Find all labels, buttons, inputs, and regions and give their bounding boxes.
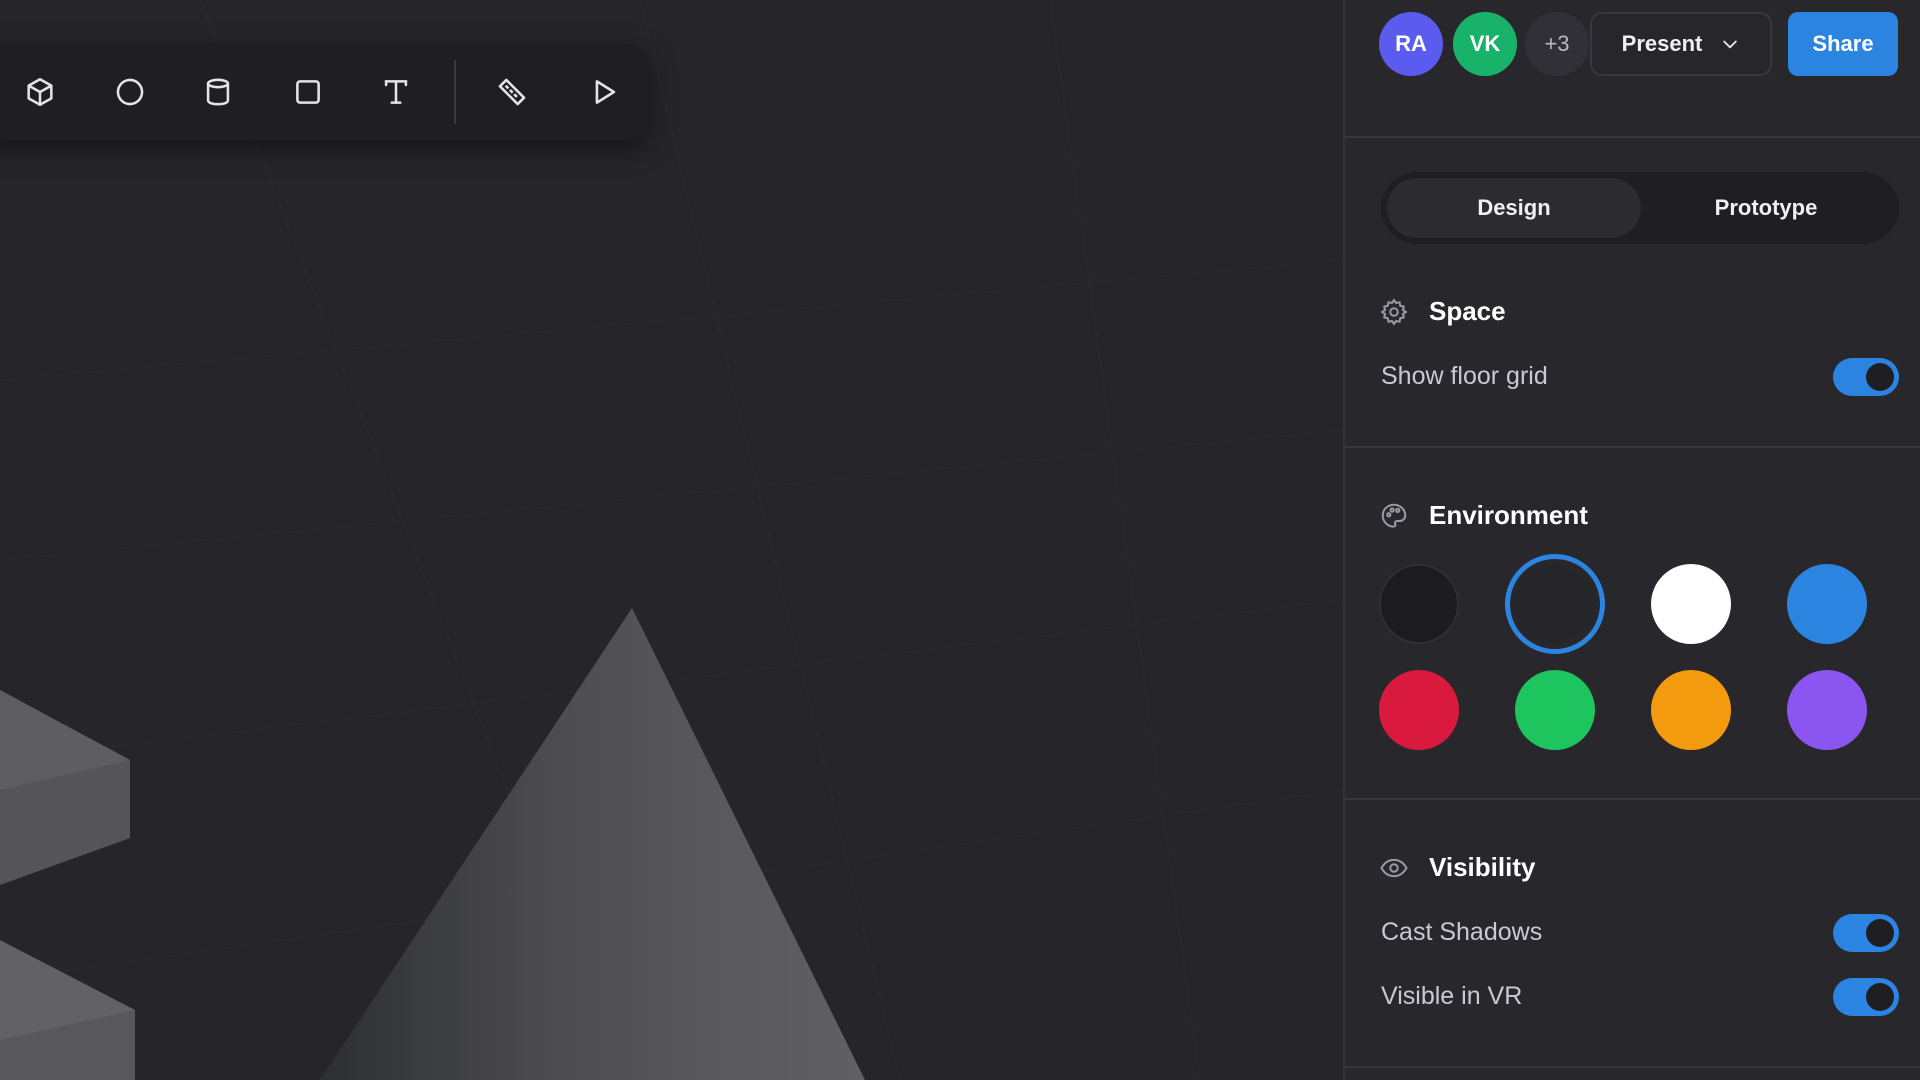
play-tool-button[interactable]	[578, 66, 630, 118]
measure-icon	[498, 78, 526, 106]
tool-palette	[0, 44, 648, 140]
color-swatch[interactable]	[1787, 670, 1867, 750]
environment-header: Environment	[1379, 500, 1588, 531]
viewport-canvas[interactable]	[0, 0, 1343, 1080]
sphere-icon	[116, 78, 144, 106]
plane-icon	[296, 80, 320, 104]
tab-label: Design	[1477, 195, 1551, 220]
section-divider	[1345, 1066, 1920, 1068]
collaborator-avatar[interactable]: VK	[1453, 12, 1517, 76]
share-button[interactable]: Share	[1788, 12, 1898, 76]
section-divider	[1345, 798, 1920, 800]
space-header: Space	[1379, 296, 1506, 327]
box-object[interactable]	[0, 690, 135, 1080]
plane-tool-button[interactable]	[282, 66, 334, 118]
cast-shadows-toggle[interactable]	[1833, 914, 1899, 952]
share-label: Share	[1812, 31, 1874, 56]
section-title: Visibility	[1429, 852, 1536, 882]
show-floor-grid-toggle[interactable]	[1833, 358, 1899, 396]
collaborator-avatar[interactable]: RA	[1379, 12, 1443, 76]
visible-in-vr-label: Visible in VR	[1381, 982, 1523, 1010]
visible-in-vr-toggle[interactable]	[1833, 978, 1899, 1016]
palette-icon	[1381, 503, 1407, 528]
measure-tool-button[interactable]	[486, 66, 538, 118]
cone-object[interactable]	[320, 608, 865, 1080]
chevron-down-icon	[1723, 40, 1738, 49]
more-collaborators-badge[interactable]: +3	[1525, 12, 1589, 76]
space-section: Space Show floor grid	[1345, 290, 1920, 446]
color-swatch[interactable]	[1787, 564, 1867, 644]
color-swatch[interactable]	[1651, 670, 1731, 750]
avatar-initials: RA	[1395, 31, 1427, 56]
sphere-tool-button[interactable]	[104, 66, 156, 118]
visibility-header: Visibility	[1379, 852, 1535, 883]
toggle-knob	[1866, 983, 1894, 1011]
cast-shadows-label: Cast Shadows	[1381, 918, 1543, 946]
more-count: +3	[1544, 31, 1570, 56]
color-swatch[interactable]	[1379, 670, 1459, 750]
properties-panel: RA VK +3 Present Share Design Prototype …	[1343, 0, 1920, 1080]
present-label: Present	[1621, 31, 1703, 56]
section-title: Environment	[1429, 500, 1588, 530]
toggle-knob	[1866, 363, 1894, 391]
present-button[interactable]: Present	[1590, 12, 1772, 76]
show-floor-grid-label: Show floor grid	[1381, 362, 1548, 390]
cylinder-icon	[206, 78, 230, 106]
toolbar-divider	[454, 60, 456, 124]
cube-icon	[27, 77, 53, 107]
section-divider	[1345, 446, 1920, 448]
color-swatch[interactable]	[1515, 670, 1595, 750]
color-swatch[interactable]	[1379, 564, 1459, 644]
tab-design[interactable]: Design	[1387, 178, 1641, 238]
visibility-section: Visibility Cast Shadows Visible in VR	[1345, 846, 1920, 1070]
eye-icon	[1380, 858, 1408, 877]
color-swatch[interactable]	[1651, 564, 1731, 644]
cylinder-tool-button[interactable]	[192, 66, 244, 118]
gear-icon	[1380, 297, 1408, 326]
text-icon	[384, 80, 408, 104]
panel-header: RA VK +3 Present Share	[1345, 0, 1920, 138]
scene-view	[0, 0, 1343, 1080]
section-title: Space	[1429, 296, 1506, 326]
text-tool-button[interactable]	[370, 66, 422, 118]
toggle-knob	[1866, 919, 1894, 947]
cube-tool-button[interactable]	[14, 66, 66, 118]
tab-prototype[interactable]: Prototype	[1639, 178, 1893, 238]
play-icon	[595, 80, 616, 104]
panel-tabs: Design Prototype	[1381, 172, 1899, 244]
tab-label: Prototype	[1714, 195, 1818, 220]
avatar-initials: VK	[1469, 31, 1501, 56]
swatch-fill	[1514, 563, 1596, 645]
color-swatch-selected[interactable]	[1505, 554, 1605, 654]
environment-section: Environment	[1345, 494, 1920, 798]
